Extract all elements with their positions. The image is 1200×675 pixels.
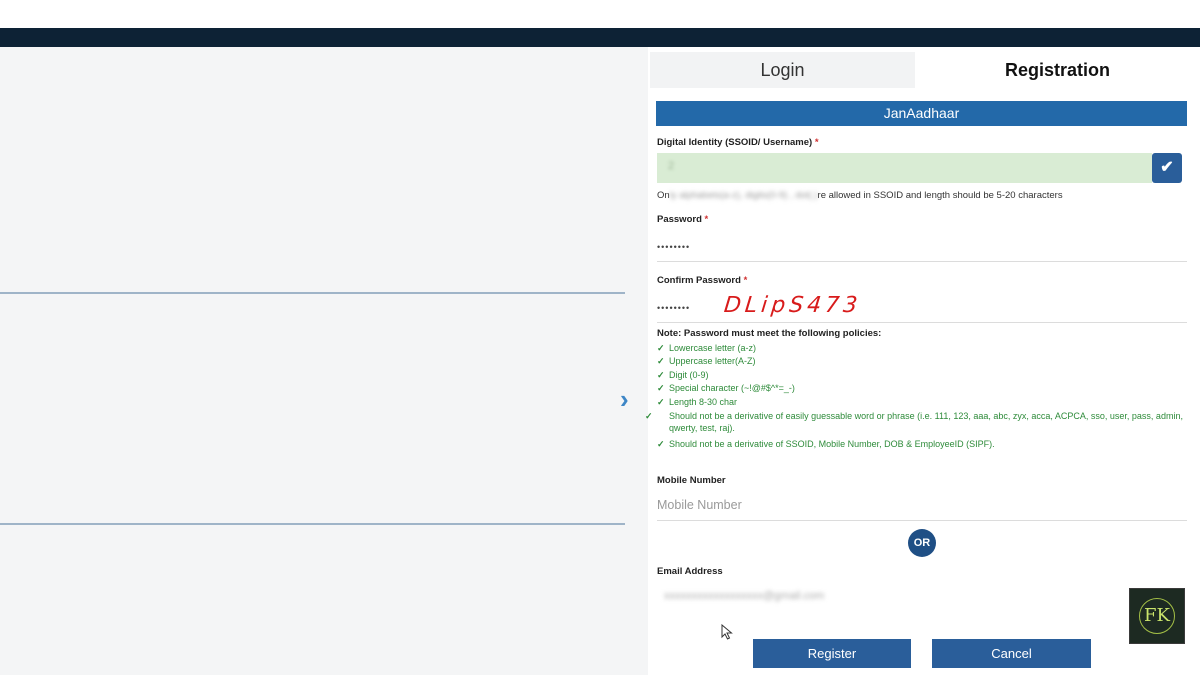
ssoid-input[interactable] <box>657 153 1152 183</box>
mobile-label: Mobile Number <box>657 475 726 486</box>
password-policy-title: Note: Password must meet the following p… <box>657 328 882 339</box>
hint-suffix: re allowed in SSOID and length should be… <box>817 190 1063 201</box>
check-availability-button[interactable]: ✔ <box>1152 153 1182 183</box>
check-icon: ✓ <box>657 397 665 407</box>
check-icon: ✓ <box>657 343 665 353</box>
policy-text: Should not be a derivative of easily gue… <box>669 411 1183 433</box>
policy-item: ✓ Uppercase letter(A-Z) <box>657 355 1177 367</box>
logo-text: FK <box>1144 605 1170 626</box>
password-label-text: Password <box>657 214 702 225</box>
policy-item: ✓ Should not be a derivative of SSOID, Mo… <box>657 438 1177 450</box>
tab-login[interactable]: Login <box>650 52 915 88</box>
chevron-right-icon[interactable]: › <box>620 386 638 412</box>
policy-item: ✓ Lowercase letter (a-z) <box>657 342 1177 354</box>
policy-text: Uppercase letter(A-Z) <box>669 356 756 366</box>
confirm-password-input[interactable]: •••••••• <box>657 303 690 313</box>
mobile-input[interactable]: Mobile Number <box>657 498 742 512</box>
email-label: Email Address <box>657 566 723 577</box>
policy-text: Digit (0-9) <box>669 370 709 380</box>
or-separator: OR <box>908 529 936 557</box>
policy-text: Should not be a derivative of SSOID, Mob… <box>669 439 995 449</box>
required-mark: * <box>743 275 748 286</box>
ssoid-label-text: Digital Identity (SSOID/ Username) <box>657 137 813 148</box>
hint-blurred: ly alphabets(a-z), digits(0-9) , dot(.) <box>669 190 818 201</box>
confirm-password-label: Confirm Password * <box>657 275 747 286</box>
policy-item: ✓ Should not be a derivative of easily gu… <box>645 410 1189 434</box>
field-underline <box>657 520 1187 521</box>
confirm-password-label-text: Confirm Password <box>657 275 741 286</box>
policy-text: Length 8-30 char <box>669 397 738 407</box>
check-icon: ✓ <box>657 356 665 366</box>
email-input[interactable]: xxxxxxxxxxxxxxxxxx@gmail.com <box>664 590 824 602</box>
handwritten-annotation: DLipS473 <box>722 293 863 318</box>
required-mark: * <box>814 137 819 148</box>
policy-text: Special character (~!@#$^*=_-) <box>669 383 795 393</box>
ssoid-value: 2 <box>668 160 675 172</box>
required-mark: * <box>704 214 709 225</box>
ssoid-label: Digital Identity (SSOID/ Username) * <box>657 137 819 148</box>
top-bar <box>0 28 1200 47</box>
password-input[interactable]: •••••••• <box>657 242 690 252</box>
ssoid-hint: Only alphabets(a-z), digits(0-9) , dot(.… <box>657 190 1063 201</box>
channel-logo: FK <box>1129 588 1185 644</box>
policy-item: ✓ Length 8-30 char <box>657 396 1177 408</box>
policy-item: ✓ Special character (~!@#$^*=_-) <box>657 382 1177 394</box>
cancel-button[interactable]: Cancel <box>932 639 1091 668</box>
policy-text: Lowercase letter (a-z) <box>669 343 757 353</box>
policy-item: ✓ Digit (0-9) <box>657 369 1177 381</box>
password-label: Password * <box>657 214 708 225</box>
mouse-cursor-icon <box>721 624 733 640</box>
divider-line <box>0 523 625 525</box>
hint-prefix: On <box>657 190 670 201</box>
check-icon: ✓ <box>657 383 665 393</box>
left-panel <box>0 47 648 675</box>
check-icon: ✓ <box>645 411 653 421</box>
tab-registration[interactable]: Registration <box>915 52 1200 88</box>
check-icon: ✓ <box>657 370 665 380</box>
divider-line <box>0 292 625 294</box>
field-underline <box>657 322 1187 323</box>
checkmark-icon: ✔ <box>1160 159 1174 176</box>
register-button[interactable]: Register <box>753 639 911 668</box>
janaadhaar-banner[interactable]: JanAadhaar <box>656 101 1187 126</box>
check-icon: ✓ <box>657 439 665 449</box>
field-underline <box>657 261 1187 262</box>
